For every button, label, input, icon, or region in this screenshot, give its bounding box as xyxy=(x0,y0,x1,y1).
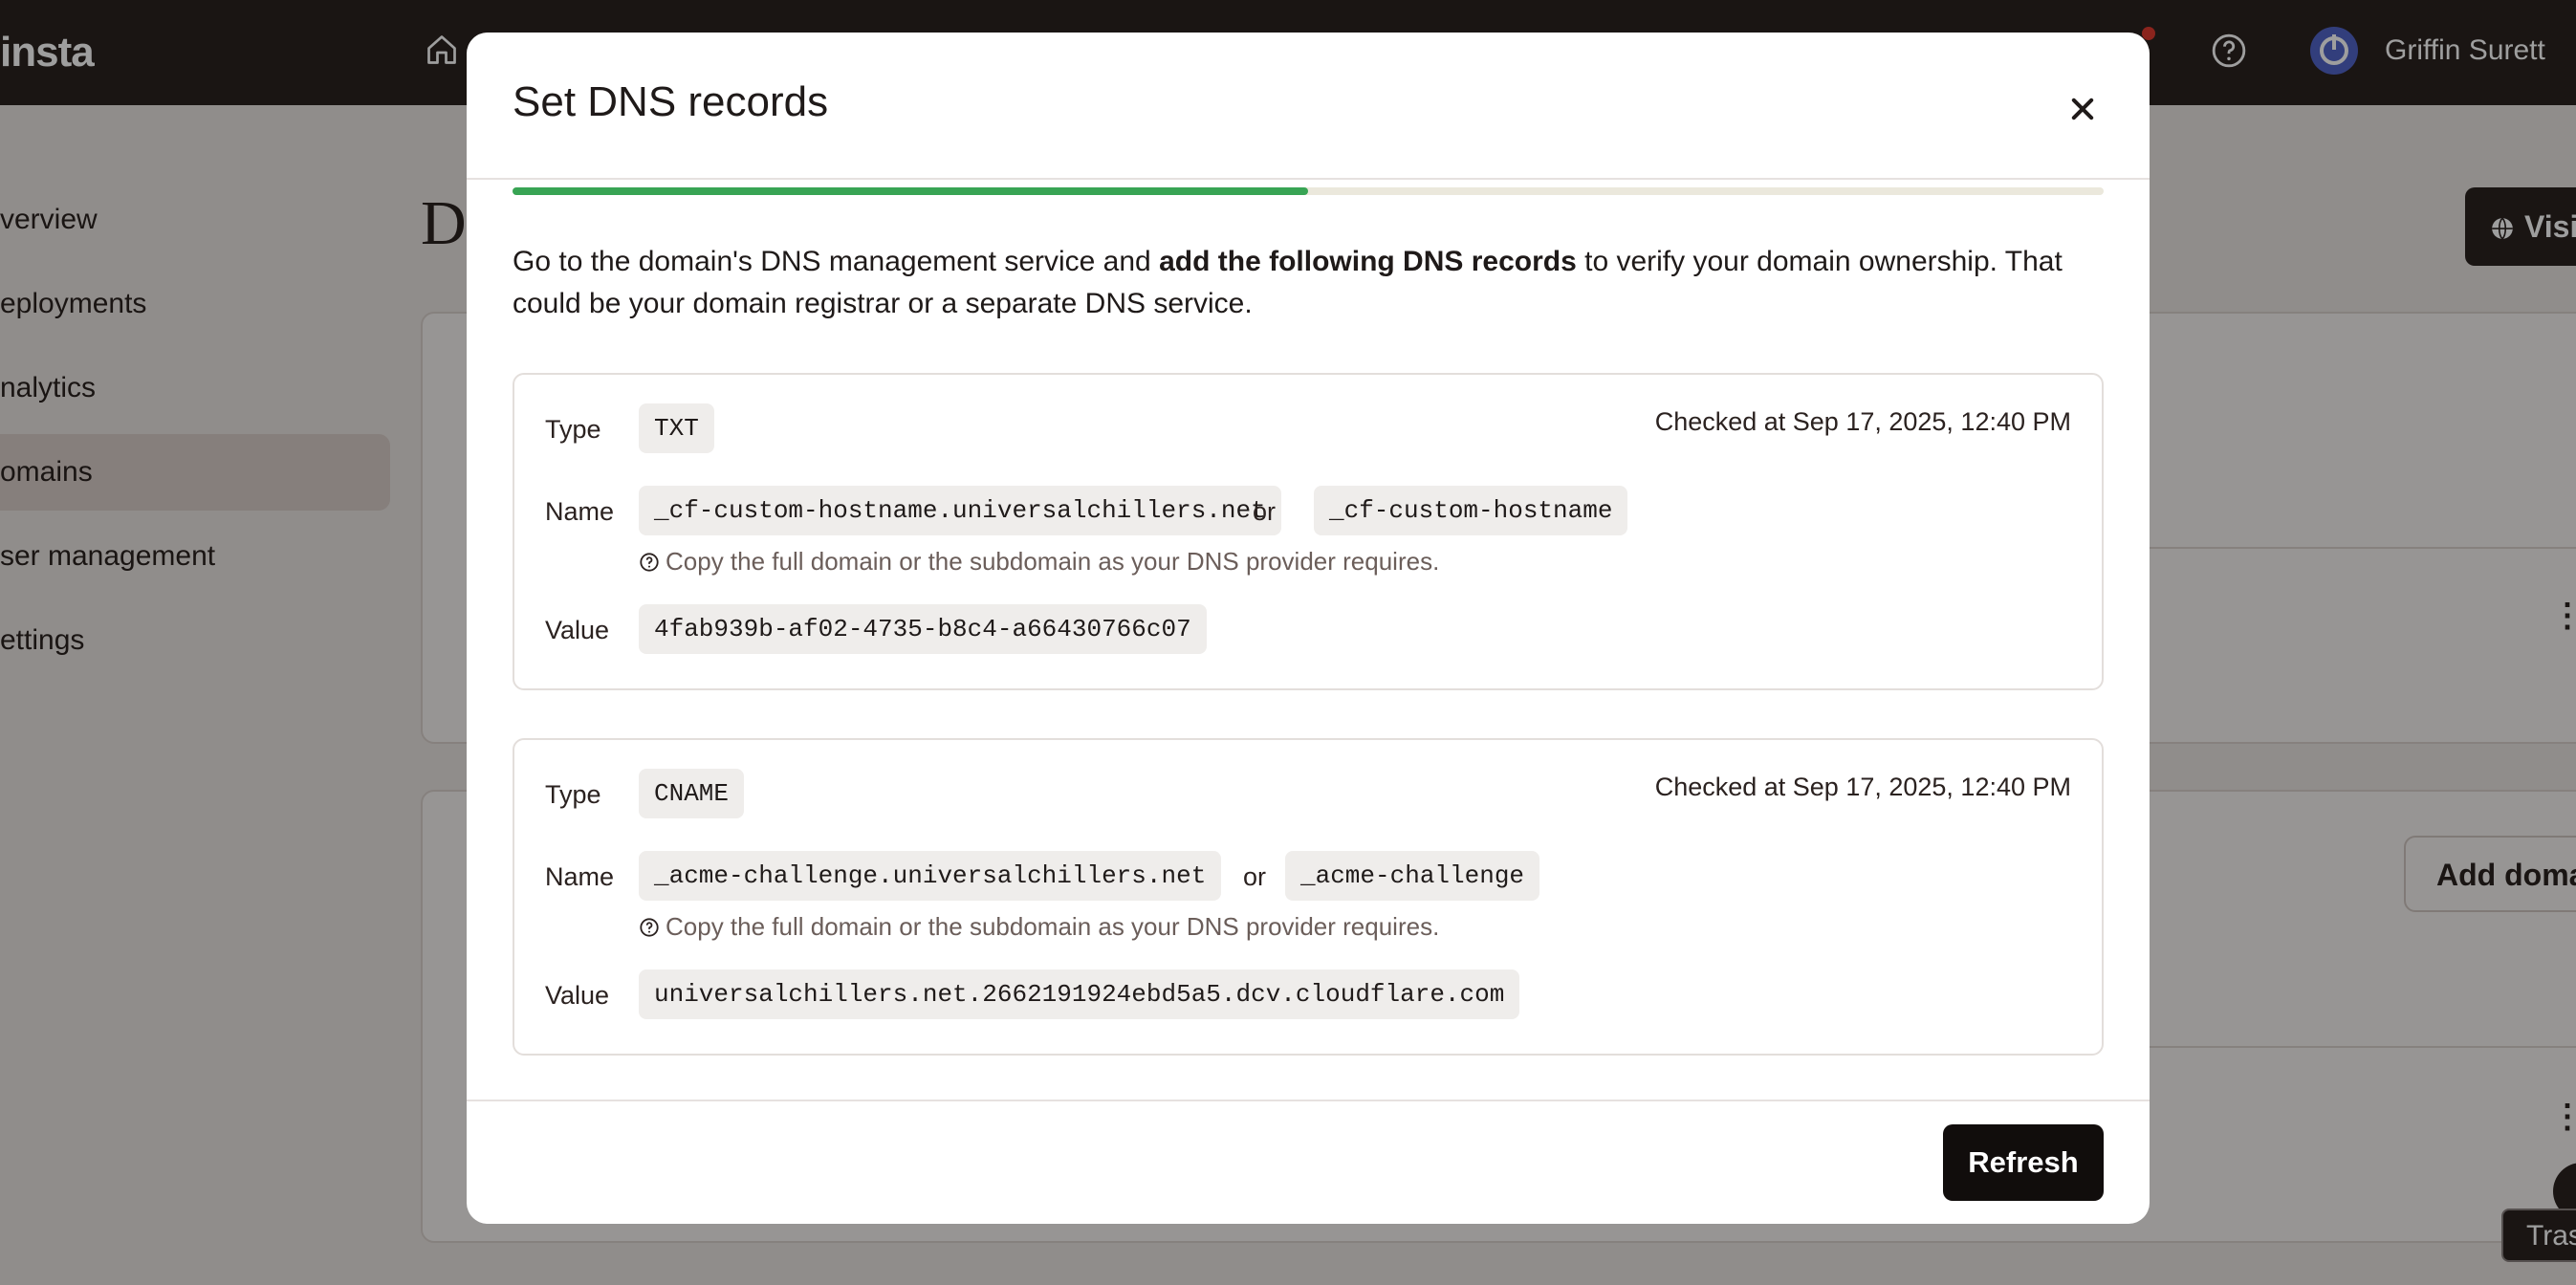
header-divider xyxy=(467,178,2150,180)
value-label: Value xyxy=(545,616,610,644)
name-hint: Copy the full domain or the subdomain as… xyxy=(639,912,1439,942)
record-name-short-chip[interactable]: _acme-challenge xyxy=(1285,851,1540,901)
type-label: Type xyxy=(545,780,601,809)
progress-fill xyxy=(513,187,1308,195)
or-text: or xyxy=(1243,862,1267,891)
refresh-button[interactable]: Refresh xyxy=(1943,1124,2104,1201)
dialog-title: Set DNS records xyxy=(513,78,829,125)
record-name-full-chip[interactable]: _cf-custom-hostname.universalchillers.ne… xyxy=(639,486,1281,535)
or-text: or xyxy=(1253,497,1277,526)
record-type-chip[interactable]: CNAME xyxy=(639,769,745,818)
question-circle-icon xyxy=(640,918,659,937)
record-name-full-chip[interactable]: _acme-challenge.universalchillers.net xyxy=(639,851,1222,901)
footer-divider xyxy=(467,1100,2150,1101)
checked-timestamp: Checked at Sep 17, 2025, 12:40 PM xyxy=(1654,773,2071,801)
type-label: Type xyxy=(545,415,601,444)
record-value-chip[interactable]: 4fab939b-af02-4735-b8c4-a66430766c07 xyxy=(639,604,1207,654)
question-circle-icon xyxy=(640,553,659,572)
progress-bar xyxy=(513,187,2104,195)
name-label: Name xyxy=(545,862,615,891)
dns-record-txt: Type TXT Checked at Sep 17, 2025, 12:40 … xyxy=(513,373,2104,690)
record-type-chip[interactable]: TXT xyxy=(639,403,714,453)
dns-record-cname: Type CNAME Checked at Sep 17, 2025, 12:4… xyxy=(513,738,2104,1056)
value-label: Value xyxy=(545,981,610,1010)
checked-timestamp: Checked at Sep 17, 2025, 12:40 PM xyxy=(1654,407,2071,436)
name-hint: Copy the full domain or the subdomain as… xyxy=(639,547,1439,577)
record-name-short-chip[interactable]: _cf-custom-hostname xyxy=(1314,486,1628,535)
record-value-chip[interactable]: universalchillers.net.2662191924ebd5a5.d… xyxy=(639,969,1520,1019)
instructions-text: Go to the domain's DNS management servic… xyxy=(513,246,2063,319)
name-label: Name xyxy=(545,497,615,526)
set-dns-records-dialog: Set DNS records Go to the domain's DNS m… xyxy=(467,33,2150,1224)
close-icon[interactable] xyxy=(2062,88,2104,130)
